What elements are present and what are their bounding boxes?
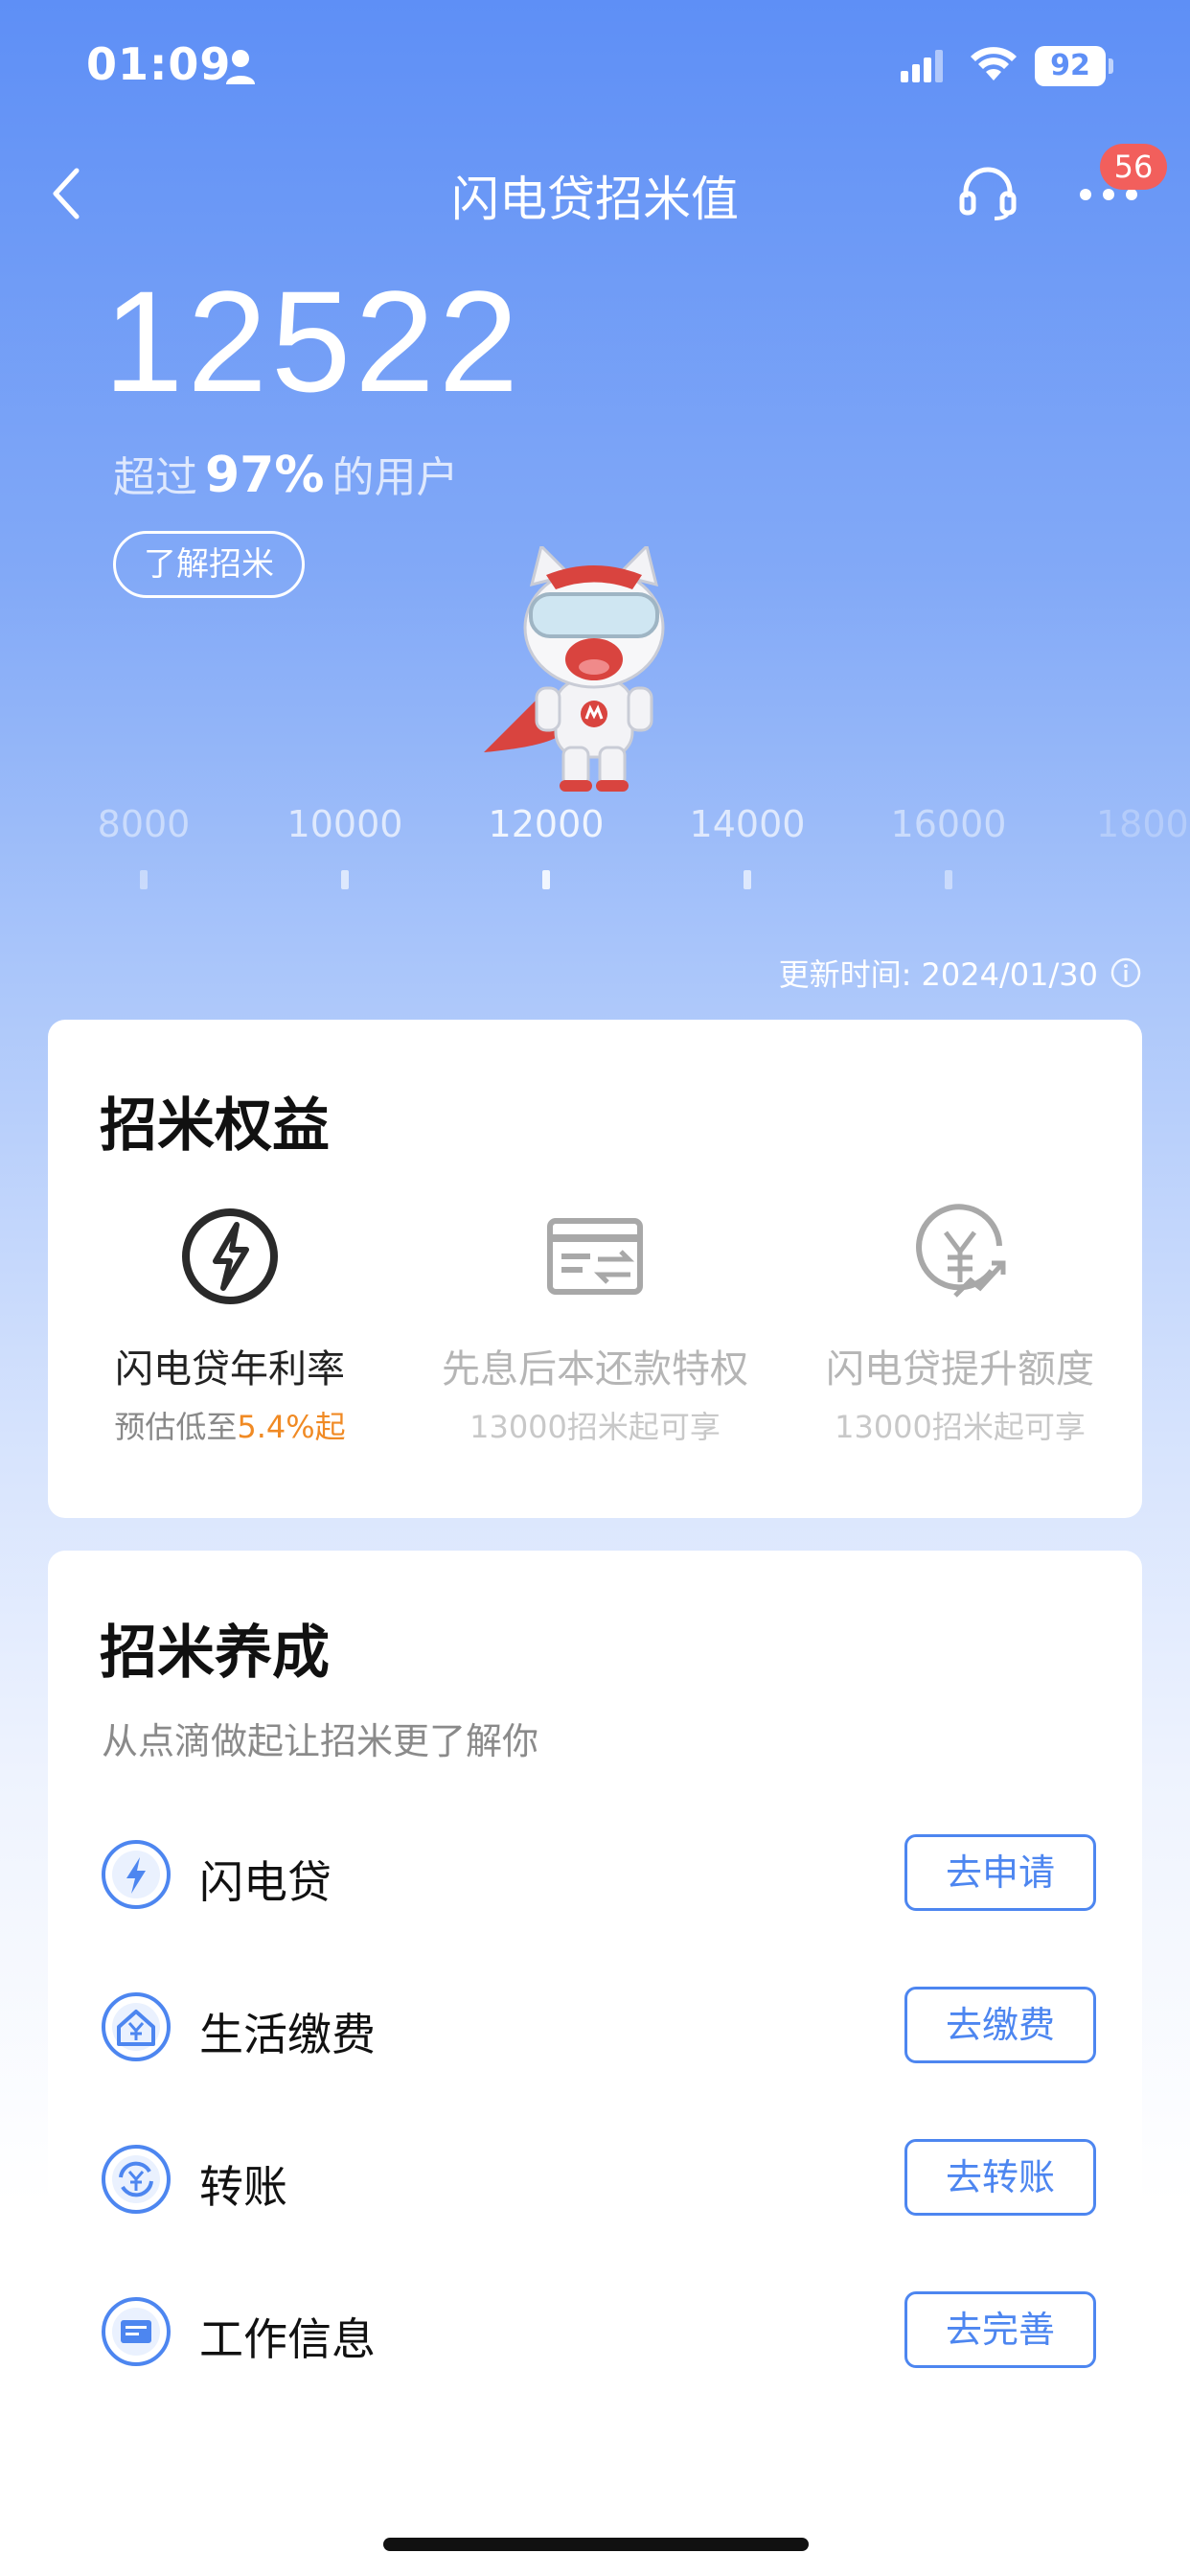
cultivate-title: 招米养成 <box>100 1620 330 1687</box>
scale-tick <box>341 870 349 889</box>
task-label: 生活缴费 <box>199 2009 376 2060</box>
benefit-raise-limit[interactable]: 闪电贷提升额度 13000招米起可享 <box>778 1204 1142 1447</box>
status-time: 01:09 <box>86 38 232 90</box>
complete-button[interactable]: 去完善 <box>904 2291 1096 2368</box>
scale-label-14000: 14000 <box>689 803 806 845</box>
task-label: 闪电贷 <box>199 1856 332 1908</box>
task-row-transfer: 转账 去转账 <box>100 2139 1106 2220</box>
home-indicator <box>383 2538 809 2551</box>
wifi-icon <box>971 47 1017 80</box>
signal-icon <box>901 50 943 82</box>
exceed-percent: 97% <box>205 447 325 504</box>
benefit-interest-first[interactable]: 先息后本还款特权 13000招米起可享 <box>413 1204 777 1447</box>
scale-label-10000: 10000 <box>286 803 403 845</box>
learn-zhaomi-button[interactable]: 了解招米 <box>113 531 305 598</box>
bill-card-icon <box>547 1218 643 1295</box>
exceed-suffix: 的用户 <box>332 453 459 502</box>
scale-label-8000: 8000 <box>97 803 191 845</box>
cultivate-card: 招米养成 从点滴做起让招米更了解你 闪电贷 去申请 生活缴费 去缴费 转账 去转… <box>48 1551 1142 2427</box>
task-label: 工作信息 <box>199 2313 376 2365</box>
benefit-title: 先息后本还款特权 <box>442 1347 748 1392</box>
task-row-loan: 闪电贷 去申请 <box>100 1834 1106 1915</box>
benefit-title: 闪电贷提升额度 <box>826 1347 1094 1392</box>
benefit-loan-rate[interactable]: 闪电贷年利率 预估低至5.4%起 <box>48 1204 412 1447</box>
house-yuan-icon <box>102 1992 171 2061</box>
cultivate-subtitle: 从点滴做起让招米更了解你 <box>102 1720 539 1762</box>
lightning-icon <box>182 1208 278 1304</box>
scale-tick <box>140 870 148 889</box>
battery-level: 92 <box>1050 49 1090 82</box>
task-row-utility: 生活缴费 去缴费 <box>100 1987 1106 2067</box>
scale-label-16000: 16000 <box>890 803 1007 845</box>
work-info-icon <box>102 2297 171 2366</box>
apply-button[interactable]: 去申请 <box>904 1834 1096 1911</box>
benefit-title: 闪电贷年利率 <box>115 1347 345 1392</box>
benefit-sub: 13000招米起可享 <box>469 1409 721 1445</box>
info-icon[interactable] <box>1110 956 1142 989</box>
notification-badge: 56 <box>1100 144 1167 190</box>
benefits-title: 招米权益 <box>100 1092 330 1160</box>
person-icon <box>226 50 255 84</box>
mascot-image <box>484 546 665 792</box>
benefit-sub: 13000招米起可享 <box>835 1409 1086 1445</box>
task-label: 转账 <box>199 2161 287 2213</box>
pay-bill-button[interactable]: 去缴费 <box>904 1987 1096 2063</box>
scale-tick <box>945 870 952 889</box>
benefit-sub: 预估低至5.4%起 <box>48 1403 412 1447</box>
transfer-yuan-icon <box>102 2145 171 2214</box>
benefit-sub-prefix: 预估低至 <box>114 1409 238 1445</box>
exceed-prefix: 超过 <box>113 453 197 502</box>
scale-tick <box>542 870 550 889</box>
update-time: 更新时间: 2024/01/30 <box>778 956 1098 993</box>
benefits-card: 招米权益 闪电贷年利率 预估低至5.4%起 先息后本还款特权 13000招米起可… <box>48 1020 1142 1518</box>
exceed-text: 超过 97% 的用户 <box>113 443 458 504</box>
yuan-up-icon <box>916 1204 1006 1298</box>
score-value: 12522 <box>103 261 523 422</box>
task-row-work-info: 工作信息 去完善 <box>100 2291 1106 2372</box>
benefit-rate-highlight: 5.4%起 <box>237 1409 346 1445</box>
headset-icon[interactable] <box>958 165 1018 220</box>
more-icon[interactable] <box>1079 188 1138 201</box>
scale-label-12000: 12000 <box>488 803 605 845</box>
lightning-circle-icon <box>102 1840 171 1909</box>
scale-tick <box>744 870 751 889</box>
battery-indicator: 92 <box>1035 46 1113 86</box>
scale-label-18000: 18000 <box>1096 803 1190 845</box>
transfer-button[interactable]: 去转账 <box>904 2139 1096 2216</box>
